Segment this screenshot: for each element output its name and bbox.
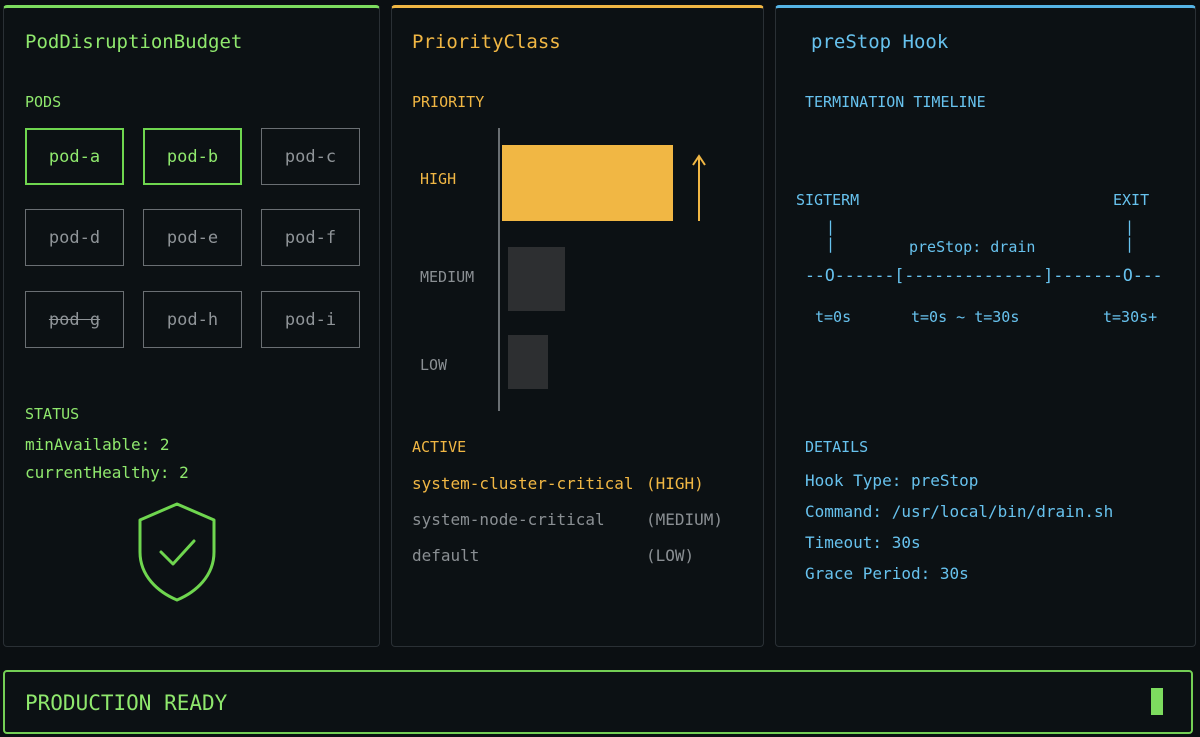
pod-card: pod g [25,291,124,348]
pods-heading: PODS [25,93,62,111]
arrow-up-icon [692,154,706,221]
detail-hook-type: Hook Type: preStop [805,471,979,490]
panel-title: PodDisruptionBudget [25,31,243,53]
status-bar: PRODUCTION READY [3,670,1193,734]
prestop-hook-panel: preStop Hook TERMINATION TIMELINE SIGTER… [775,5,1196,647]
priority-class-panel: PriorityClass PRIORITY HIGH MEDIUM LOW A… [391,5,764,647]
class-level: (MEDIUM) [646,510,724,529]
active-heading: ACTIVE [412,438,467,456]
exit-tick: | | [1125,218,1135,253]
class-level: (HIGH) [646,474,704,493]
pod-card: pod-c [261,128,360,185]
pod-card: pod-f [261,209,360,266]
panel-title: PriorityClass [412,31,561,53]
pod-card: pod-d [25,209,124,266]
priority-label-medium: MEDIUM [420,268,475,286]
cursor-block-icon [1151,688,1163,715]
detail-command: Command: /usr/local/bin/drain.sh [805,502,1114,521]
status-text: PRODUCTION READY [25,691,228,715]
priority-label-high: HIGH [420,170,457,188]
hook-label: preStop: drain [909,238,1036,256]
class-level: (LOW) [646,546,695,565]
class-name: system-node-critical [412,510,605,529]
exit-label: EXIT [1113,191,1150,209]
pod-disruption-budget-panel: PodDisruptionBudget PODS pod-a pod-b pod… [3,5,380,647]
shield-check-icon [138,502,216,602]
time-range: t=0s ~ t=30s [911,308,1020,326]
time-start: t=0s [815,308,852,326]
status-heading: STATUS [25,405,80,423]
priority-bar-high [502,145,673,221]
detail-grace-period: Grace Period: 30s [805,564,969,583]
priority-axis [498,128,500,411]
pod-card: pod-e [143,209,242,266]
sigterm-tick: | | [826,218,836,253]
timeline-heading: TERMINATION TIMELINE [805,93,986,111]
class-name: default [412,546,480,565]
pod-card: pod-a [25,128,124,185]
timeline-line: --O------[--------------]-------O--- [805,266,1163,285]
details-heading: DETAILS [805,438,869,456]
detail-timeout: Timeout: 30s [805,533,921,552]
time-end: t=30s+ [1103,308,1158,326]
current-healthy: currentHealthy: 2 [25,463,189,482]
priority-heading: PRIORITY [412,93,485,111]
pod-card: pod-i [261,291,360,348]
class-name: system-cluster-critical [412,474,634,493]
priority-label-low: LOW [420,356,448,374]
pod-card: pod-h [143,291,242,348]
pod-card: pod-b [143,128,242,185]
priority-bar-medium [508,247,565,311]
priority-bar-low [508,335,548,389]
panel-title: preStop Hook [811,31,949,53]
min-available: minAvailable: 2 [25,435,170,454]
sigterm-label: SIGTERM [796,191,860,209]
